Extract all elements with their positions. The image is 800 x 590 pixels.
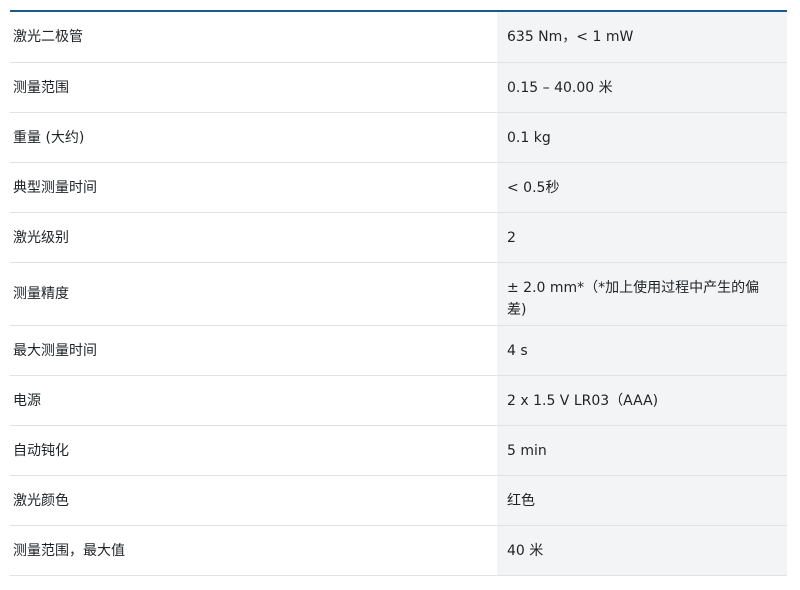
table-row: 电源 2 x 1.5 V LR03（AAA) [10,376,787,426]
spec-label: 测量范围，最大值 [10,526,497,575]
table-row: 最大测量时间 4 s [10,326,787,376]
table-row: 激光级别 2 [10,213,787,263]
spec-label: 电源 [10,376,497,425]
spec-value: 40 米 [497,526,787,575]
spec-label: 激光二极管 [10,12,497,62]
spec-label: 测量范围 [10,63,497,112]
table-row: 测量范围，最大值 40 米 [10,526,787,576]
table-row: 测量范围 0.15 – 40.00 米 [10,63,787,113]
table-row: 测量精度 ± 2.0 mm*（*加上使用过程中产生的偏差) [10,263,787,326]
spec-value: 2 [497,213,787,262]
spec-value: ± 2.0 mm*（*加上使用过程中产生的偏差) [497,263,787,325]
table-row: 激光颜色 红色 [10,476,787,526]
specifications-table: 激光二极管 635 Nm，< 1 mW 测量范围 0.15 – 40.00 米 … [10,10,787,576]
spec-value: 0.15 – 40.00 米 [497,63,787,112]
spec-value: 红色 [497,476,787,525]
spec-value: 635 Nm，< 1 mW [497,12,787,62]
spec-value: 5 min [497,426,787,475]
spec-label: 自动钝化 [10,426,497,475]
spec-label: 测量精度 [10,263,497,325]
spec-label: 重量 (大约) [10,113,497,162]
table-row: 重量 (大约) 0.1 kg [10,113,787,163]
spec-label: 典型测量时间 [10,163,497,212]
spec-label: 激光颜色 [10,476,497,525]
spec-value: 0.1 kg [497,113,787,162]
spec-label: 激光级别 [10,213,497,262]
spec-label: 最大测量时间 [10,326,497,375]
table-row: 自动钝化 5 min [10,426,787,476]
table-row: 激光二极管 635 Nm，< 1 mW [10,12,787,63]
table-row: 典型测量时间 < 0.5秒 [10,163,787,213]
spec-value: < 0.5秒 [497,163,787,212]
spec-value: 4 s [497,326,787,375]
spec-value: 2 x 1.5 V LR03（AAA) [497,376,787,425]
